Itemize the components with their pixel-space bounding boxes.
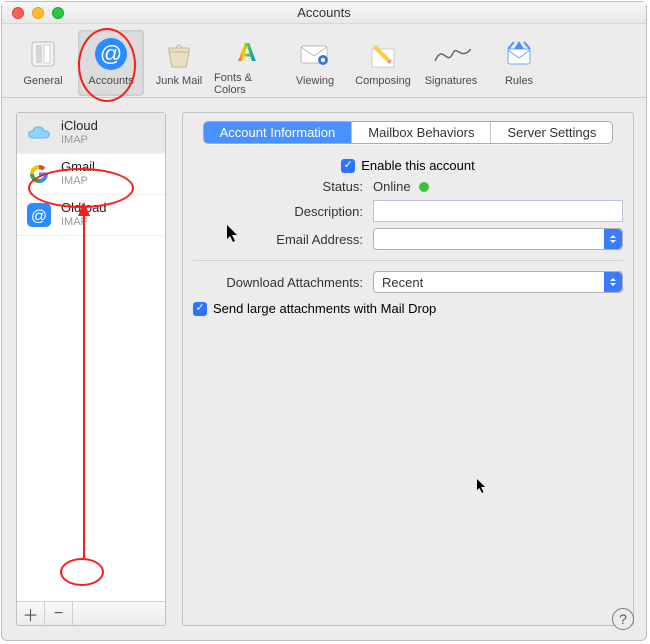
- toolbar-junk[interactable]: Junk Mail: [146, 30, 212, 96]
- account-protocol: IMAP: [61, 216, 107, 229]
- toolbar-composing[interactable]: Composing: [350, 30, 416, 96]
- account-detail-panel: Account Information Mailbox Behaviors Se…: [182, 112, 634, 626]
- tab-account-information[interactable]: Account Information: [204, 122, 353, 143]
- pencil-icon: [363, 34, 403, 74]
- svg-text:A: A: [238, 37, 257, 67]
- at-badge-icon: @: [25, 201, 53, 229]
- preferences-toolbar: General @ Accounts Junk Mail A Fonts & C…: [2, 24, 646, 98]
- tab-server-settings[interactable]: Server Settings: [491, 122, 612, 143]
- detail-tabs: Account Information Mailbox Behaviors Se…: [203, 121, 614, 144]
- stepper-icon: [604, 272, 622, 292]
- add-account-button[interactable]: ＋: [17, 602, 45, 625]
- account-name: iCloud: [61, 119, 98, 134]
- font-color-icon: A: [227, 34, 267, 71]
- titlebar: Accounts: [2, 2, 646, 24]
- accounts-sidebar: iCloud IMAP Gmail IMAP @: [16, 112, 166, 626]
- remove-account-button[interactable]: −: [45, 602, 73, 625]
- signature-icon: [431, 34, 471, 74]
- download-attachments-combo[interactable]: Recent: [373, 271, 623, 293]
- window-title: Accounts: [2, 5, 646, 20]
- toolbar-fonts-colors[interactable]: A Fonts & Colors: [214, 30, 280, 96]
- svg-text:@: @: [100, 41, 122, 66]
- content-area: iCloud IMAP Gmail IMAP @: [2, 98, 646, 640]
- google-icon: [25, 160, 53, 188]
- help-button[interactable]: ?: [612, 608, 634, 630]
- status-dot-icon: [419, 182, 429, 192]
- maildrop-checkbox[interactable]: [193, 302, 207, 316]
- account-name: Gmail: [61, 160, 95, 175]
- account-protocol: IMAP: [61, 134, 98, 147]
- account-list-buttons: ＋ −: [17, 601, 165, 625]
- email-label: Email Address:: [193, 232, 373, 247]
- description-label: Description:: [193, 204, 373, 219]
- account-row-oldtoad[interactable]: @ Oldtoad IMAP: [17, 195, 165, 236]
- icloud-icon: [25, 119, 53, 147]
- preferences-window: Accounts General @ Accounts Junk Mail A …: [1, 1, 647, 641]
- stepper-icon: [604, 229, 622, 249]
- toolbar-rules[interactable]: Rules: [486, 30, 552, 96]
- tab-mailbox-behaviors[interactable]: Mailbox Behaviors: [352, 122, 491, 143]
- svg-text:@: @: [31, 208, 47, 225]
- divider: [193, 260, 623, 261]
- account-row-gmail[interactable]: Gmail IMAP: [17, 154, 165, 195]
- envelope-eye-icon: [295, 34, 335, 74]
- attachments-label: Download Attachments:: [193, 275, 373, 290]
- status-label: Status:: [193, 179, 373, 194]
- account-name: Oldtoad: [61, 201, 107, 216]
- rules-icon: [499, 34, 539, 74]
- maildrop-label: Send large attachments with Mail Drop: [213, 301, 436, 316]
- account-list: iCloud IMAP Gmail IMAP @: [17, 113, 165, 601]
- email-address-combo[interactable]: [373, 228, 623, 250]
- toolbar-general[interactable]: General: [10, 30, 76, 96]
- toolbar-viewing[interactable]: Viewing: [282, 30, 348, 96]
- toolbar-signatures[interactable]: Signatures: [418, 30, 484, 96]
- enable-account-label: Enable this account: [361, 158, 474, 173]
- toolbar-accounts[interactable]: @ Accounts: [78, 30, 144, 96]
- enable-account-checkbox[interactable]: [341, 159, 355, 173]
- attachments-value: Recent: [382, 275, 423, 290]
- description-input[interactable]: [373, 200, 623, 222]
- trash-icon: [159, 34, 199, 74]
- status-value: Online: [373, 179, 411, 194]
- switch-icon: [23, 34, 63, 74]
- account-row-icloud[interactable]: iCloud IMAP: [17, 113, 165, 154]
- account-protocol: IMAP: [61, 175, 95, 188]
- at-icon: @: [91, 34, 131, 74]
